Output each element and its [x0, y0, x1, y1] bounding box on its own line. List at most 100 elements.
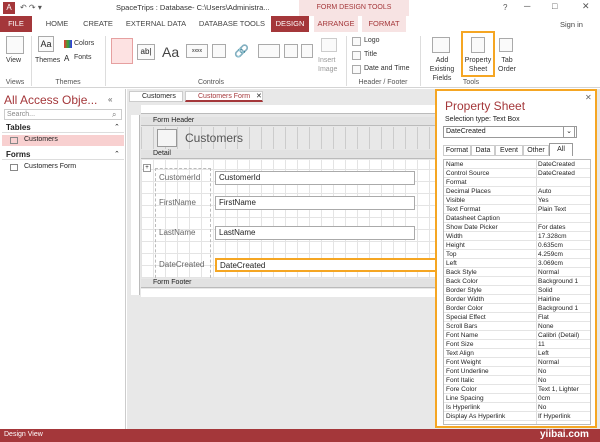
tab-database-tools[interactable]: DATABASE TOOLS: [196, 16, 268, 32]
property-value[interactable]: No: [538, 403, 590, 412]
tab-design[interactable]: DESIGN: [271, 16, 309, 32]
property-row[interactable]: Text Format Plain Text: [444, 205, 590, 214]
property-value[interactable]: No: [538, 376, 590, 385]
themes-button[interactable]: Themes: [35, 57, 60, 64]
property-sheet-button[interactable]: Property Sheet: [461, 31, 495, 77]
property-row[interactable]: Text Align Left: [444, 349, 590, 358]
qat-icons[interactable]: ↶ ↷ ▾: [20, 3, 42, 12]
close-pane-icon[interactable]: ✕: [585, 93, 592, 102]
property-row[interactable]: Font Underline No: [444, 367, 590, 376]
sign-in-link[interactable]: Sign in: [560, 20, 583, 29]
property-row[interactable]: Control Source DateCreated: [444, 169, 590, 178]
form-footer-bar[interactable]: Form Footer: [141, 279, 441, 288]
label-control-icon[interactable]: Aa: [162, 44, 179, 60]
button-control-icon[interactable]: xxxx: [186, 44, 208, 58]
property-row[interactable]: Font Italic No: [444, 376, 590, 385]
insert-image-icon[interactable]: [321, 38, 337, 52]
tab-home[interactable]: HOME: [40, 16, 74, 32]
property-value[interactable]: 0cm: [538, 394, 590, 403]
property-row[interactable]: Border Width Hairline: [444, 295, 590, 304]
property-value[interactable]: Normal: [538, 358, 590, 367]
view-icon[interactable]: [6, 36, 24, 54]
nav-item-customers[interactable]: Customers: [2, 135, 124, 146]
navigation-control-icon[interactable]: [284, 44, 298, 58]
property-value[interactable]: Solid: [538, 286, 590, 295]
datecreated-textbox[interactable]: DateCreated: [215, 258, 441, 272]
themes-icon[interactable]: Aa: [38, 36, 54, 52]
property-value[interactable]: Text 1, Lighter: [538, 385, 590, 394]
doc-tab-customers[interactable]: Customers: [129, 91, 183, 102]
view-button[interactable]: View: [6, 57, 21, 64]
property-row[interactable]: Border Color Background 1: [444, 304, 590, 313]
tab-create[interactable]: CREATE: [80, 16, 116, 32]
date-time-button[interactable]: Date and Time: [364, 65, 410, 72]
property-row[interactable]: Datasheet Caption: [444, 214, 590, 223]
tab-other[interactable]: Other: [523, 145, 549, 156]
logo-button[interactable]: Logo: [364, 37, 380, 44]
property-value[interactable]: Background 1: [538, 304, 590, 313]
property-row[interactable]: Format: [444, 178, 590, 187]
tab-arrange[interactable]: ARRANGE: [314, 16, 358, 32]
tab-event[interactable]: Event: [495, 145, 523, 156]
close-icon[interactable]: ✕: [582, 1, 590, 12]
detail-bar[interactable]: Detail: [141, 150, 441, 159]
property-value[interactable]: Left: [538, 349, 590, 358]
tab-format[interactable]: FORMAT: [362, 16, 406, 32]
property-row[interactable]: Border Style Solid: [444, 286, 590, 295]
chevron-down-icon[interactable]: ⌄: [563, 126, 575, 138]
property-value[interactable]: Auto: [538, 187, 590, 196]
property-row[interactable]: Line Spacing 0cm: [444, 394, 590, 403]
tab-external-data[interactable]: EXTERNAL DATA: [120, 16, 192, 32]
nav-section-forms[interactable]: Forms ⌃: [2, 149, 124, 160]
property-row[interactable]: Fore Color Text 1, Lighter: [444, 385, 590, 394]
property-value[interactable]: No: [538, 367, 590, 376]
property-value[interactable]: For dates: [538, 223, 590, 232]
customerid-textbox[interactable]: CustomerId: [215, 171, 415, 185]
property-value[interactable]: 17.328cm: [538, 232, 590, 241]
property-row[interactable]: Back Color Background 1: [444, 277, 590, 286]
property-row[interactable]: Show Date Picker For dates: [444, 223, 590, 232]
colors-button[interactable]: Colors: [74, 40, 94, 47]
property-value[interactable]: 3.069cm: [538, 259, 590, 268]
tab-order-icon[interactable]: [499, 38, 513, 52]
property-row[interactable]: Visible Yes: [444, 196, 590, 205]
property-value[interactable]: None: [538, 322, 590, 331]
customerid-label[interactable]: CustomerId: [159, 173, 200, 182]
select-pointer-icon[interactable]: [111, 38, 133, 64]
doc-tab-customers-form[interactable]: Customers Form ✕: [185, 91, 263, 102]
minimize-icon[interactable]: ─: [524, 1, 530, 11]
property-row[interactable]: Name DateCreated: [444, 160, 590, 169]
selection-dropdown[interactable]: DateCreated: [443, 126, 577, 138]
property-row[interactable]: Special Effect Flat: [444, 313, 590, 322]
property-value[interactable]: Yes: [538, 196, 590, 205]
tab-file[interactable]: FILE: [0, 16, 32, 32]
tab-data[interactable]: Data: [471, 145, 495, 156]
property-row[interactable]: Width 17.328cm: [444, 232, 590, 241]
fonts-button[interactable]: Fonts: [74, 54, 92, 61]
form-header-title[interactable]: Customers: [185, 131, 243, 145]
firstname-textbox[interactable]: FirstName: [215, 196, 415, 210]
property-value[interactable]: Plain Text: [538, 205, 590, 214]
property-value[interactable]: Flat: [538, 313, 590, 322]
title-button[interactable]: Title: [364, 51, 377, 58]
property-value[interactable]: Calibri (Detail): [538, 331, 590, 340]
property-row[interactable]: Font Size 11: [444, 340, 590, 349]
property-value[interactable]: DateCreated: [538, 160, 590, 169]
insert-image-button[interactable]: Insert Image: [318, 56, 344, 74]
hyperlink-icon[interactable]: 🔗: [234, 44, 249, 58]
property-row[interactable]: Font Weight Normal: [444, 358, 590, 367]
property-value[interactable]: 11: [538, 340, 590, 349]
property-row[interactable]: Decimal Places Auto: [444, 187, 590, 196]
nav-section-tables[interactable]: Tables ⌃: [2, 122, 124, 133]
close-tab-icon[interactable]: ✕: [256, 92, 262, 100]
property-row[interactable]: Back Style Normal: [444, 268, 590, 277]
web-browser-icon[interactable]: [258, 44, 280, 58]
property-row[interactable]: Font Name Calibri (Detail): [444, 331, 590, 340]
lastname-label[interactable]: LastName: [159, 228, 195, 237]
property-row[interactable]: Scroll Bars None: [444, 322, 590, 331]
nav-search-input[interactable]: Search...: [4, 109, 122, 120]
property-value[interactable]: Normal: [538, 268, 590, 277]
property-row[interactable]: Is Hyperlink No: [444, 403, 590, 412]
tab-order-button[interactable]: Tab Order: [497, 56, 517, 74]
property-row[interactable]: Height 0.635cm: [444, 241, 590, 250]
